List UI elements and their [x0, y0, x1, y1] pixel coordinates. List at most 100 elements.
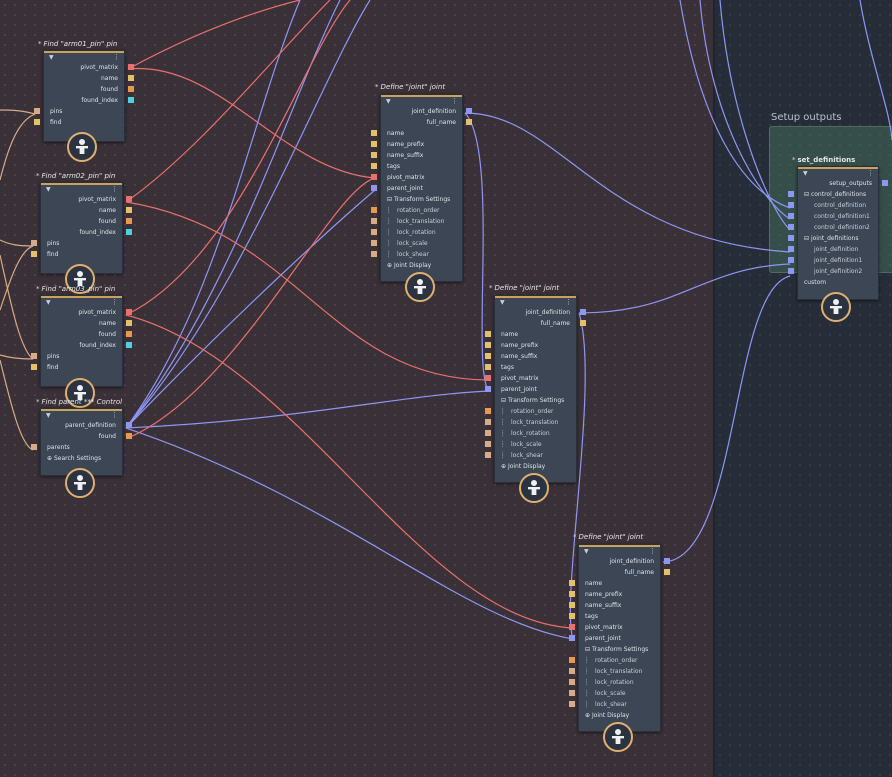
- menu-icon[interactable]: ⋮: [111, 298, 118, 306]
- input-port[interactable]: [569, 657, 575, 663]
- rig-node-icon[interactable]: [603, 722, 633, 752]
- input-port[interactable]: [371, 218, 377, 224]
- output-port[interactable]: [126, 196, 132, 202]
- input-port[interactable]: [31, 353, 37, 359]
- input-port[interactable]: [31, 240, 37, 246]
- collapse-icon[interactable]: ▼: [46, 186, 51, 193]
- input-port[interactable]: [31, 444, 37, 450]
- input-port[interactable]: [485, 353, 491, 359]
- input-port[interactable]: [485, 331, 491, 337]
- input-port[interactable]: [371, 229, 377, 235]
- collapse-icon[interactable]: ▼: [803, 170, 808, 177]
- menu-icon[interactable]: ⋮: [111, 411, 118, 419]
- menu-icon[interactable]: ⋮: [113, 53, 120, 61]
- input-port[interactable]: [485, 375, 491, 381]
- collapse-icon[interactable]: ▼: [500, 299, 505, 306]
- collapse-icon[interactable]: ▼: [46, 412, 51, 419]
- menu-icon[interactable]: ⋮: [867, 169, 874, 177]
- input-port[interactable]: [569, 679, 575, 685]
- output-port[interactable]: [664, 569, 670, 575]
- output-port[interactable]: [580, 309, 586, 315]
- input-port[interactable]: [485, 342, 491, 348]
- input-port[interactable]: [485, 419, 491, 425]
- find-parent-node[interactable]: ▼ ⋮ parent_definition found parents ⊕ Sea…: [31, 408, 132, 476]
- input-port[interactable]: [569, 624, 575, 630]
- output-port[interactable]: [128, 97, 134, 103]
- define-joint-node[interactable]: ▼ ⋮ joint_definition full_name name name_pref…: [371, 94, 472, 282]
- input-port[interactable]: [371, 174, 377, 180]
- collapse-icon[interactable]: ▼: [386, 98, 391, 105]
- output-port[interactable]: [126, 218, 132, 224]
- define-joint-node[interactable]: ▼ ⋮ joint_definition full_name name name_pref…: [485, 295, 586, 483]
- input-port[interactable]: [34, 119, 40, 125]
- output-port[interactable]: [664, 558, 670, 564]
- input-port[interactable]: [788, 257, 794, 263]
- output-port[interactable]: [466, 108, 472, 114]
- output-port[interactable]: [126, 309, 132, 315]
- find-arm02-node[interactable]: ▼ ⋮ pivot_matrix name found found_index p…: [31, 182, 132, 274]
- input-port[interactable]: [569, 690, 575, 696]
- input-port[interactable]: [788, 213, 794, 219]
- input-port[interactable]: [485, 408, 491, 414]
- input-port[interactable]: [485, 430, 491, 436]
- rig-node-icon[interactable]: [519, 473, 549, 503]
- input-port[interactable]: [569, 580, 575, 586]
- input-port[interactable]: [371, 163, 377, 169]
- menu-icon[interactable]: ⋮: [565, 298, 572, 306]
- input-port[interactable]: [31, 251, 37, 257]
- input-port[interactable]: [569, 668, 575, 674]
- joint-display-section[interactable]: ⊕ Joint Display: [579, 710, 660, 721]
- search-settings-section[interactable]: ⊕ Search Settings: [41, 453, 122, 464]
- input-port[interactable]: [371, 130, 377, 136]
- graph-canvas[interactable]: Setup outputs * Find "arm01_pin" pin ▼ ⋮…: [0, 0, 892, 777]
- menu-icon[interactable]: ⋮: [111, 185, 118, 193]
- joint-display-section[interactable]: ⊕ Joint Display: [495, 461, 576, 472]
- transform-settings-section[interactable]: ⊟ Transform Settings: [495, 395, 576, 406]
- input-port[interactable]: [569, 701, 575, 707]
- output-port[interactable]: [126, 320, 132, 326]
- input-port[interactable]: [485, 386, 491, 392]
- joint-display-section[interactable]: ⊕ Joint Display: [381, 260, 462, 271]
- input-port[interactable]: [788, 202, 794, 208]
- transform-settings-section[interactable]: ⊟ Transform Settings: [381, 194, 462, 205]
- input-port[interactable]: [34, 108, 40, 114]
- input-port[interactable]: [569, 635, 575, 641]
- define-joint-node[interactable]: ▼ ⋮ joint_definition full_name name name_pref…: [569, 544, 670, 732]
- collapse-icon[interactable]: ▼: [584, 548, 589, 555]
- find-arm03-node[interactable]: ▼ ⋮ pivot_matrix name found found_index p…: [31, 295, 132, 387]
- input-port[interactable]: [569, 602, 575, 608]
- transform-settings-section[interactable]: ⊟ Transform Settings: [579, 644, 660, 655]
- input-port[interactable]: [371, 251, 377, 257]
- collapse-icon[interactable]: ▼: [49, 54, 54, 61]
- output-port[interactable]: [466, 119, 472, 125]
- menu-icon[interactable]: ⋮: [649, 547, 656, 555]
- output-port[interactable]: [580, 320, 586, 326]
- rig-node-icon[interactable]: [67, 132, 97, 162]
- output-port[interactable]: [126, 207, 132, 213]
- output-port[interactable]: [882, 180, 888, 186]
- input-port[interactable]: [569, 613, 575, 619]
- input-port[interactable]: [371, 152, 377, 158]
- input-port[interactable]: [485, 441, 491, 447]
- input-port[interactable]: [788, 191, 794, 197]
- output-port[interactable]: [128, 64, 134, 70]
- output-port[interactable]: [126, 331, 132, 337]
- menu-icon[interactable]: ⋮: [451, 97, 458, 105]
- input-port[interactable]: [371, 185, 377, 191]
- output-port[interactable]: [126, 422, 132, 428]
- collapse-icon[interactable]: ▼: [46, 299, 51, 306]
- rig-node-icon[interactable]: [405, 272, 435, 302]
- input-port[interactable]: [31, 364, 37, 370]
- set-definitions-node[interactable]: ▼ ⋮ setup_outputs ⊟ control_definitions c…: [788, 166, 888, 300]
- input-port[interactable]: [485, 452, 491, 458]
- input-port[interactable]: [788, 268, 794, 274]
- input-port[interactable]: [788, 224, 794, 230]
- rig-node-icon[interactable]: [65, 468, 95, 498]
- input-port[interactable]: [371, 207, 377, 213]
- input-port[interactable]: [485, 364, 491, 370]
- find-arm01-node[interactable]: ▼ ⋮ pivot_matrix name found found_index p…: [34, 50, 134, 142]
- input-port[interactable]: [371, 141, 377, 147]
- input-port[interactable]: [371, 240, 377, 246]
- output-port[interactable]: [126, 342, 132, 348]
- output-port[interactable]: [128, 75, 134, 81]
